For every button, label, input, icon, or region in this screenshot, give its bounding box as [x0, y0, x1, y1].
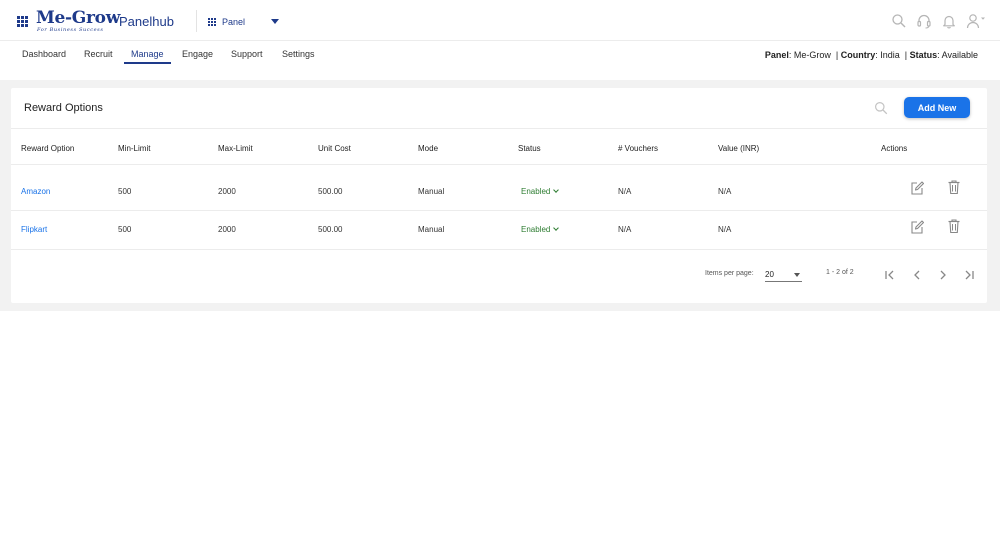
column-header: Actions — [881, 144, 908, 153]
add-new-button[interactable]: Add New — [904, 97, 970, 118]
panel-selector[interactable]: Panel — [208, 15, 245, 29]
items-per-page-label: Items per page: — [705, 270, 754, 277]
delete-icon[interactable] — [947, 218, 961, 234]
unit-cost-cell: 500.00 — [318, 225, 343, 234]
items-per-page-select[interactable]: 20 — [765, 268, 802, 282]
column-header: Unit Cost — [318, 144, 351, 153]
search-icon[interactable] — [874, 101, 888, 115]
unit-cost-cell: 500.00 — [318, 187, 343, 196]
max-limit-cell: 2000 — [218, 225, 236, 234]
panel-grid-icon — [208, 17, 217, 27]
tab-support[interactable]: Support — [231, 49, 263, 62]
first-page-icon[interactable] — [883, 268, 897, 282]
column-header: # Vouchers — [618, 144, 659, 153]
status-text: Enabled — [521, 187, 551, 196]
reward-option-link[interactable]: Amazon — [21, 188, 50, 196]
pagination-range: 1 - 2 of 2 — [826, 269, 854, 276]
column-header: Reward Option — [21, 144, 75, 153]
top-bar: Me-Grow For Business Success Panelhub Pa… — [0, 0, 1000, 41]
main-nav: Dashboard Recruit Manage Engage Support … — [0, 41, 1000, 80]
headset-icon[interactable] — [916, 13, 932, 29]
panel-label: Panel — [764, 50, 789, 60]
edit-icon[interactable] — [910, 219, 925, 235]
chevron-down-icon — [553, 225, 560, 231]
min-limit-cell: 500 — [118, 187, 132, 196]
previous-page-icon[interactable] — [910, 268, 924, 282]
status-value: Available — [941, 50, 978, 60]
reward-options-card: Reward Options Add New Reward Option Min… — [11, 88, 987, 303]
column-header: Value (INR) — [718, 144, 760, 153]
column-header: Min-Limit — [118, 144, 151, 153]
table-row: Flipkart 500 2000 500.00 Manual Enabled … — [11, 212, 987, 250]
card-title: Reward Options — [24, 102, 103, 114]
next-page-icon[interactable] — [936, 268, 950, 282]
items-per-page-value: 20 — [765, 270, 774, 279]
delete-icon[interactable] — [947, 179, 961, 195]
max-limit-cell: 2000 — [218, 187, 236, 196]
country-label: Country — [840, 50, 876, 60]
header-divider — [196, 10, 197, 32]
table-header: Reward Option Min-Limit Max-Limit Unit C… — [11, 129, 987, 165]
caret-down-icon[interactable] — [271, 19, 279, 24]
tab-engage[interactable]: Engage — [182, 49, 213, 62]
caret-down-icon — [794, 273, 800, 277]
bell-icon[interactable] — [941, 13, 957, 29]
status-text: Enabled — [521, 225, 551, 234]
app-name: Panelhub — [119, 14, 174, 29]
value-inr-cell: N/A — [718, 187, 732, 196]
edit-icon[interactable] — [910, 180, 925, 196]
search-icon[interactable] — [891, 13, 907, 29]
tab-manage[interactable]: Manage — [124, 49, 171, 64]
panel-status-line: Panel: Me-Grow | Country: India | Status… — [764, 50, 978, 60]
panel-value: Me-Grow — [793, 50, 831, 60]
vouchers-cell: N/A — [618, 225, 632, 234]
reward-option-link[interactable]: Flipkart — [21, 226, 47, 234]
mode-cell: Manual — [418, 225, 445, 234]
brand-name: Me-Grow — [36, 8, 121, 28]
last-page-icon[interactable] — [962, 268, 976, 282]
user-icon[interactable] — [966, 13, 986, 29]
apps-grid-icon[interactable] — [17, 16, 28, 27]
brand-logo[interactable]: Me-Grow For Business Success — [36, 9, 120, 33]
header-actions — [882, 13, 986, 29]
status-dropdown[interactable]: Enabled — [521, 225, 560, 234]
column-header: Max-Limit — [218, 144, 253, 153]
tab-recruit[interactable]: Recruit — [84, 49, 113, 62]
chevron-down-icon — [553, 187, 560, 193]
min-limit-cell: 500 — [118, 225, 132, 234]
pagination: Items per page: 20 1 - 2 of 2 — [11, 268, 987, 288]
vouchers-cell: N/A — [618, 187, 632, 196]
panel-selector-label: Panel — [222, 17, 246, 27]
value-inr-cell: N/A — [718, 225, 732, 234]
column-header: Mode — [418, 144, 439, 153]
tab-settings[interactable]: Settings — [282, 49, 315, 62]
status-label: Status — [909, 50, 938, 60]
mode-cell: Manual — [418, 187, 445, 196]
country-value: India — [880, 50, 900, 60]
status-dropdown[interactable]: Enabled — [521, 187, 560, 196]
tab-dashboard[interactable]: Dashboard — [22, 49, 66, 62]
column-header: Status — [518, 144, 541, 153]
table-row: Amazon 500 2000 500.00 Manual Enabled N/… — [11, 166, 987, 211]
